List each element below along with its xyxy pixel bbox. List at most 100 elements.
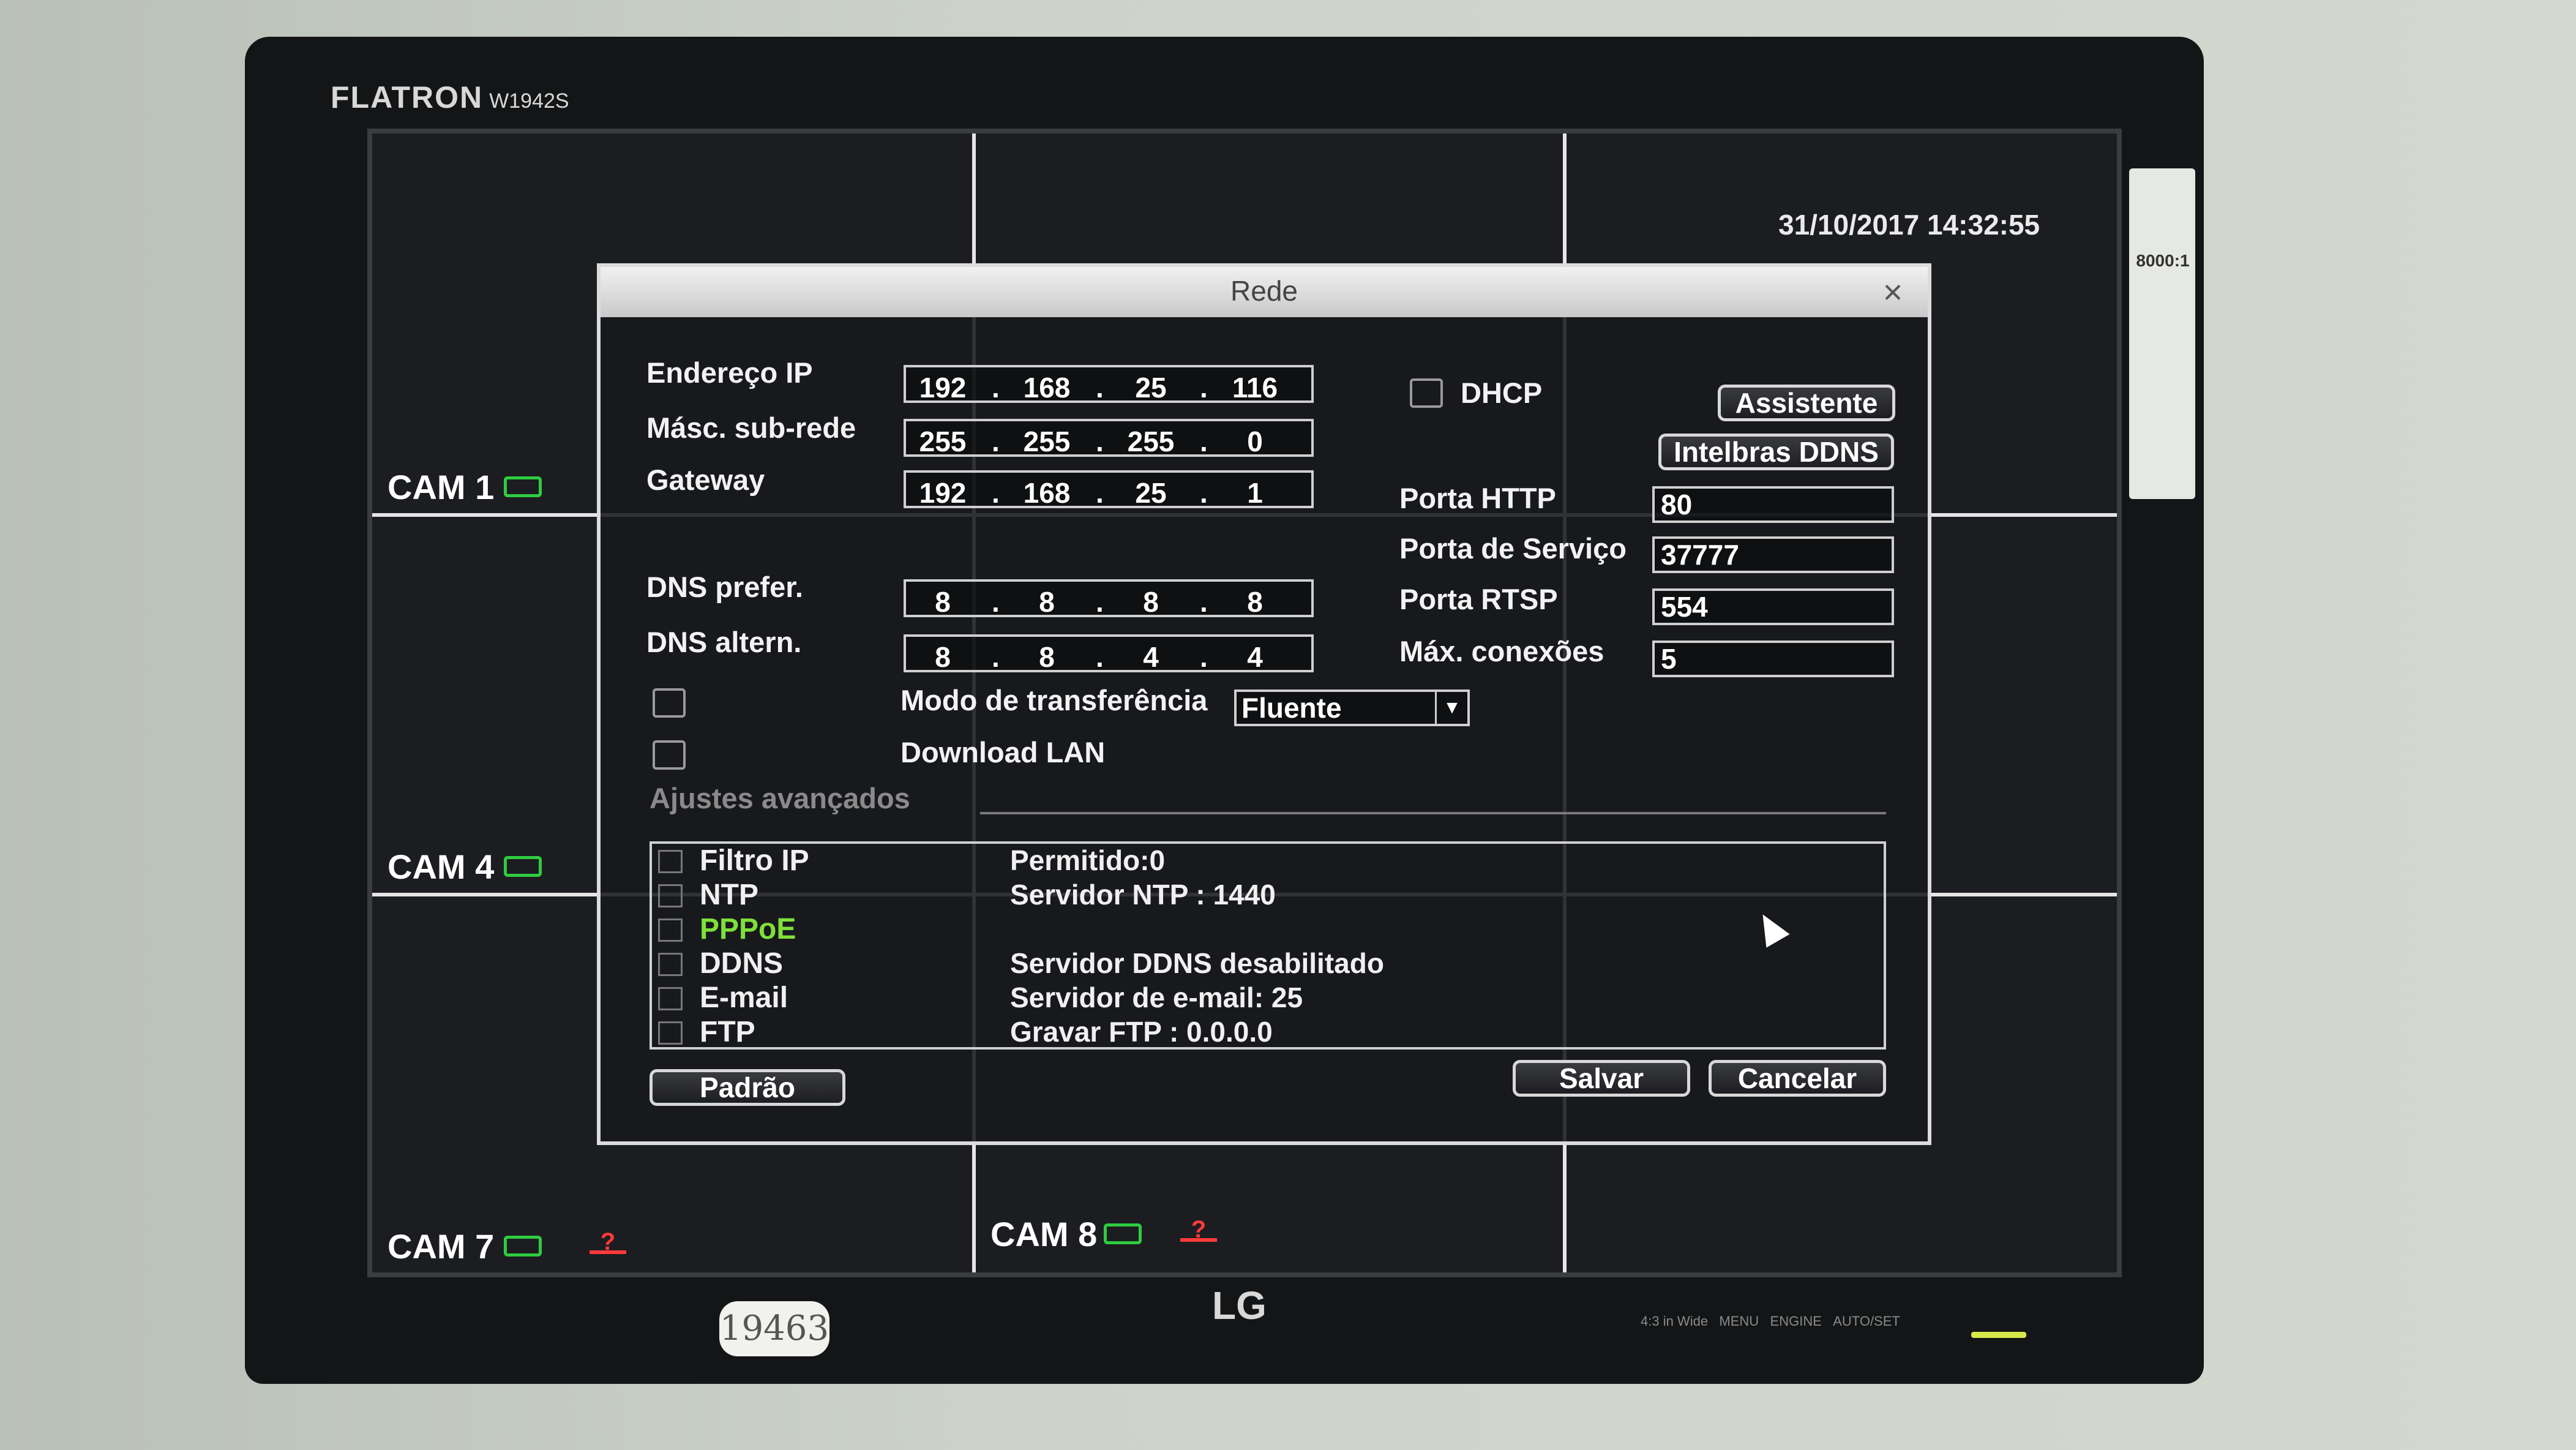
rtsp-port-input[interactable]: 554	[1652, 588, 1894, 625]
camera-label-8: CAM 8	[990, 1215, 1098, 1253]
transfer-mode-label: Modo de transferência	[900, 684, 1208, 716]
octet-separator: .	[992, 372, 1000, 404]
item-checkbox[interactable]	[658, 1021, 683, 1045]
chevron-down-icon[interactable]: ▼	[1435, 692, 1467, 724]
record-icon	[504, 476, 542, 497]
octet-separator: .	[992, 477, 1000, 509]
gateway-label: Gateway	[646, 464, 765, 496]
ip-octet: 8	[935, 586, 951, 618]
list-item-ip-filter[interactable]: Filtro IP Permitido:0	[652, 844, 1884, 878]
max-connections-label: Máx. conexões	[1399, 635, 1604, 667]
dns-alternate-label: DNS altern.	[646, 626, 802, 658]
cancel-button[interactable]: Cancelar	[1709, 1060, 1886, 1097]
assistant-button[interactable]: Assistente	[1718, 385, 1895, 421]
list-item-ddns[interactable]: DDNS Servidor DDNS desabilitado	[652, 947, 1884, 981]
item-status: Permitido:0	[1010, 844, 1166, 876]
dns-primary-label: DNS prefer.	[646, 571, 803, 603]
advanced-settings-list: Filtro IP Permitido:0 NTP Servidor NTP :…	[650, 841, 1886, 1050]
ip-octet: 255	[1127, 426, 1175, 457]
item-name: PPPoE	[700, 913, 796, 945]
item-status: Servidor de e-mail: 25	[1010, 982, 1303, 1013]
octet-separator: .	[1096, 372, 1104, 404]
ip-octet: 4	[1143, 641, 1159, 673]
ip-address-label: Endereço IP	[646, 356, 813, 389]
aspect-button-label[interactable]: 4:3 in Wide	[1641, 1313, 1708, 1329]
motion-alert-icon: ?	[590, 1230, 626, 1254]
asset-tag: 19463	[719, 1301, 829, 1356]
ip-octet: 4	[1247, 641, 1263, 673]
octet-separator: .	[1200, 477, 1208, 509]
item-name: FTP	[700, 1016, 755, 1048]
save-button[interactable]: Salvar	[1513, 1060, 1690, 1097]
contrast-ratio-text: 8000:1	[2136, 251, 2190, 270]
ip-octet: 8	[1039, 641, 1055, 673]
ip-octet: 116	[1232, 372, 1278, 404]
octet-separator: .	[992, 426, 1000, 457]
default-button[interactable]: Padrão	[650, 1069, 845, 1106]
transfer-mode-checkbox[interactable]	[653, 688, 686, 718]
ip-octet: 255	[919, 426, 967, 457]
dns-alternate-field[interactable]: 8 . 8 . 4 . 4	[904, 634, 1314, 673]
item-checkbox[interactable]	[658, 953, 683, 976]
dvr-datetime: 31/10/2017 14:32:55	[1778, 209, 2040, 241]
ip-octet: 168	[1023, 477, 1071, 509]
ip-octet: 168	[1023, 372, 1071, 404]
intelbras-ddns-button[interactable]: Intelbras DDNS	[1658, 434, 1894, 470]
ip-octet: 25	[1135, 372, 1167, 404]
ip-octet: 0	[1247, 426, 1263, 457]
engine-button-label[interactable]: ENGINE	[1770, 1313, 1822, 1329]
list-item-ntp[interactable]: NTP Servidor NTP : 1440	[652, 878, 1884, 912]
service-port-input[interactable]: 37777	[1652, 536, 1894, 573]
camera-label-7: CAM 7	[388, 1227, 495, 1266]
camera-label-4: CAM 4	[388, 847, 495, 886]
item-name: E-mail	[700, 982, 788, 1014]
octet-separator: .	[1200, 372, 1208, 404]
item-name: NTP	[700, 879, 758, 911]
item-checkbox[interactable]	[658, 850, 683, 873]
list-item-pppoe[interactable]: PPPoE	[652, 912, 1884, 947]
advanced-settings-title: Ajustes avançados	[650, 782, 910, 814]
download-lan-checkbox[interactable]	[653, 740, 686, 770]
item-checkbox[interactable]	[658, 987, 683, 1010]
advanced-divider	[980, 812, 1886, 814]
max-connections-input[interactable]: 5	[1652, 640, 1894, 677]
monitor-front-buttons[interactable]: 4:3 in Wide MENU ENGINE AUTO/SET	[1641, 1313, 1900, 1329]
http-port-input[interactable]: 80	[1652, 486, 1894, 523]
octet-separator: .	[1200, 426, 1208, 457]
autoset-button-label[interactable]: AUTO/SET	[1833, 1313, 1900, 1329]
transfer-mode-value: Fluente	[1241, 692, 1342, 724]
list-item-email[interactable]: E-mail Servidor de e-mail: 25	[652, 981, 1884, 1015]
dhcp-label: DHCP	[1461, 377, 1543, 409]
close-icon[interactable]: ×	[1876, 275, 1909, 309]
ip-octet: 25	[1135, 477, 1167, 509]
ip-octet: 8	[935, 641, 951, 673]
item-checkbox[interactable]	[658, 884, 683, 907]
ip-octet: 8	[1247, 586, 1263, 618]
network-dialog: Rede × Endereço IP 192 . 168 . 25 . 116 …	[597, 263, 1931, 1145]
dns-primary-field[interactable]: 8 . 8 . 8 . 8	[904, 579, 1314, 618]
http-port-label: Porta HTTP	[1399, 482, 1556, 514]
list-item-ftp[interactable]: FTP Gravar FTP : 0.0.0.0	[652, 1015, 1884, 1050]
menu-button-label[interactable]: MENU	[1719, 1313, 1759, 1329]
motion-alert-icon: ?	[1180, 1217, 1217, 1242]
octet-separator: .	[1200, 641, 1208, 673]
subnet-mask-field[interactable]: 255 . 255 . 255 . 0	[904, 419, 1314, 457]
ip-octet: 255	[1023, 426, 1071, 457]
transfer-mode-select[interactable]: Fluente ▼	[1234, 689, 1470, 726]
item-status: Servidor NTP : 1440	[1010, 879, 1276, 911]
ip-octet: 1	[1247, 477, 1263, 509]
ip-address-field[interactable]: 192 . 168 . 25 . 116	[904, 365, 1314, 404]
dialog-title: Rede	[1230, 275, 1298, 307]
octet-separator: .	[992, 586, 1000, 618]
octet-separator: .	[1096, 641, 1104, 673]
lg-logo: LG	[1212, 1283, 1267, 1328]
dhcp-checkbox[interactable]	[1410, 378, 1443, 408]
octet-separator: .	[1096, 586, 1104, 618]
item-name: DDNS	[700, 947, 784, 980]
rtsp-port-label: Porta RTSP	[1399, 583, 1558, 615]
subnet-mask-label: Másc. sub-rede	[646, 411, 856, 444]
dialog-titlebar: Rede ×	[601, 267, 1928, 317]
record-icon	[504, 856, 542, 877]
gateway-field[interactable]: 192 . 168 . 25 . 1	[904, 470, 1314, 509]
item-checkbox[interactable]	[658, 918, 683, 942]
